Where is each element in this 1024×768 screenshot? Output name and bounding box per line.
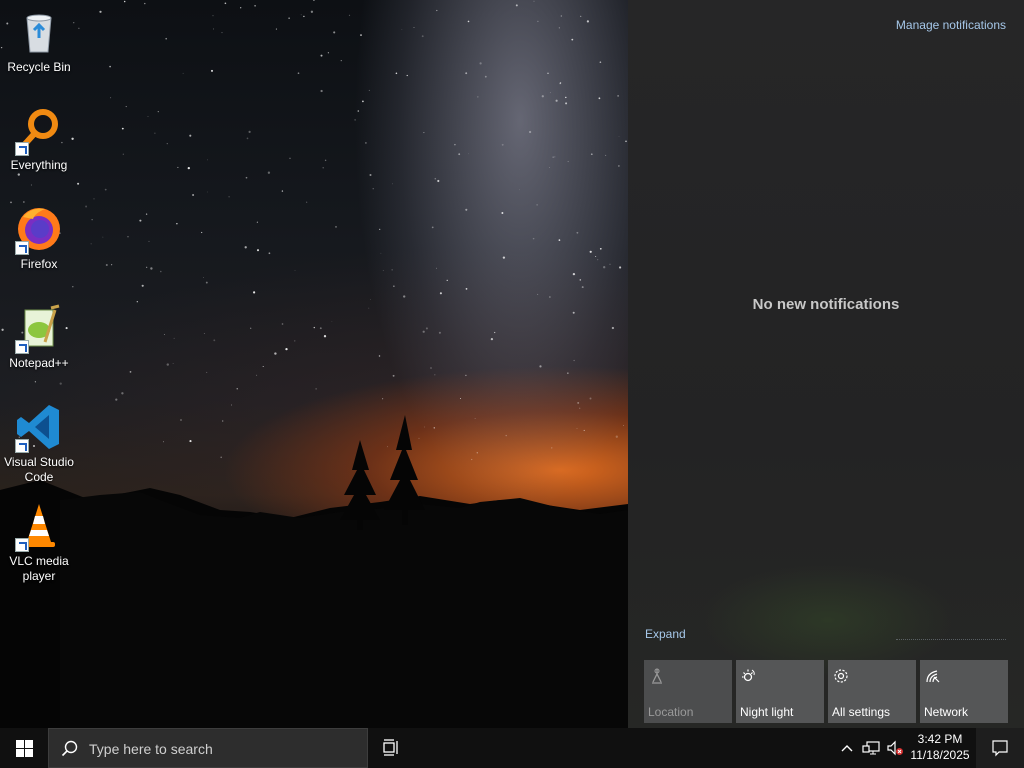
- shortcut-arrow-icon: [15, 241, 29, 255]
- empty-notifications-message: No new notifications: [752, 296, 900, 313]
- vlc-icon: [15, 502, 63, 552]
- search-icon: [61, 740, 78, 757]
- search-placeholder: Type here to search: [89, 741, 213, 757]
- desktop-icon-vscode[interactable]: Visual Studio Code: [0, 403, 78, 485]
- everything-search-icon: [15, 106, 63, 156]
- quick-actions: Location Night light All settings Networ…: [644, 660, 1008, 723]
- network-wired-icon: [862, 741, 880, 755]
- volume-tray-button[interactable]: [884, 728, 906, 768]
- quick-action-location[interactable]: Location: [644, 660, 732, 723]
- taskbar: Type here to search 3:42 PM 11/18/2025: [0, 728, 1024, 768]
- desktop-icon-firefox[interactable]: Firefox: [0, 205, 78, 272]
- shortcut-arrow-icon: [15, 439, 29, 453]
- divider: [896, 639, 1006, 641]
- shortcut-arrow-icon: [15, 340, 29, 354]
- network-icon: [925, 668, 943, 686]
- notification-icon: [992, 740, 1008, 757]
- gear-icon: [833, 668, 851, 686]
- expand-quick-actions-link[interactable]: Expand: [645, 627, 686, 641]
- desktop-icon-label: Recycle Bin: [7, 60, 71, 74]
- quick-action-all-settings[interactable]: All settings: [828, 660, 916, 723]
- windows-logo-icon: [15, 739, 33, 757]
- quick-action-label: Network: [924, 705, 969, 719]
- quick-action-label: Night light: [740, 705, 794, 719]
- task-view-button[interactable]: [372, 728, 412, 768]
- desktop-icon-label: Everything: [10, 158, 68, 172]
- desktop-icon-everything[interactable]: Everything: [0, 106, 78, 173]
- quick-action-night-light[interactable]: Night light: [736, 660, 824, 723]
- recycle-bin-icon: [15, 8, 63, 56]
- shortcut-arrow-icon: [15, 142, 29, 156]
- notepad-plus-plus-icon: [15, 304, 63, 354]
- vscode-icon: [15, 403, 63, 453]
- desktop-icon-label: Visual Studio Code: [4, 455, 74, 484]
- location-icon: [649, 668, 667, 686]
- desktop-icon-recycle-bin[interactable]: Recycle Bin: [0, 8, 78, 75]
- clock-date: 11/18/2025: [910, 748, 970, 762]
- manage-notifications-link[interactable]: Manage notifications: [896, 18, 1006, 32]
- desktop-icon-notepad-plus-plus[interactable]: Notepad++: [0, 304, 78, 371]
- desktop-icon-label: VLC media player: [9, 554, 69, 583]
- task-view-icon: [383, 739, 398, 756]
- desktop-icon-vlc[interactable]: VLC media player: [0, 502, 78, 584]
- night-light-icon: [741, 668, 759, 686]
- taskbar-clock[interactable]: 3:42 PM 11/18/2025: [906, 731, 974, 763]
- chevron-up-icon: [841, 745, 853, 752]
- network-tray-button[interactable]: [860, 728, 882, 768]
- taskbar-search-box[interactable]: Type here to search: [48, 728, 368, 768]
- quick-action-label: Location: [648, 705, 694, 719]
- show-hidden-icons-button[interactable]: [837, 728, 857, 768]
- quick-action-label: All settings: [832, 705, 891, 719]
- desktop-icon-label: Firefox: [20, 257, 58, 271]
- quick-action-network[interactable]: Network: [920, 660, 1008, 723]
- action-center-panel: Manage notifications No new notification…: [628, 0, 1024, 728]
- desktop-icon-label: Notepad++: [9, 356, 69, 370]
- action-center-button[interactable]: [976, 728, 1024, 768]
- shortcut-arrow-icon: [15, 538, 29, 552]
- volume-muted-icon: [887, 740, 903, 756]
- clock-time: 3:42 PM: [917, 732, 963, 746]
- firefox-icon: [15, 205, 63, 255]
- start-button[interactable]: [0, 728, 48, 768]
